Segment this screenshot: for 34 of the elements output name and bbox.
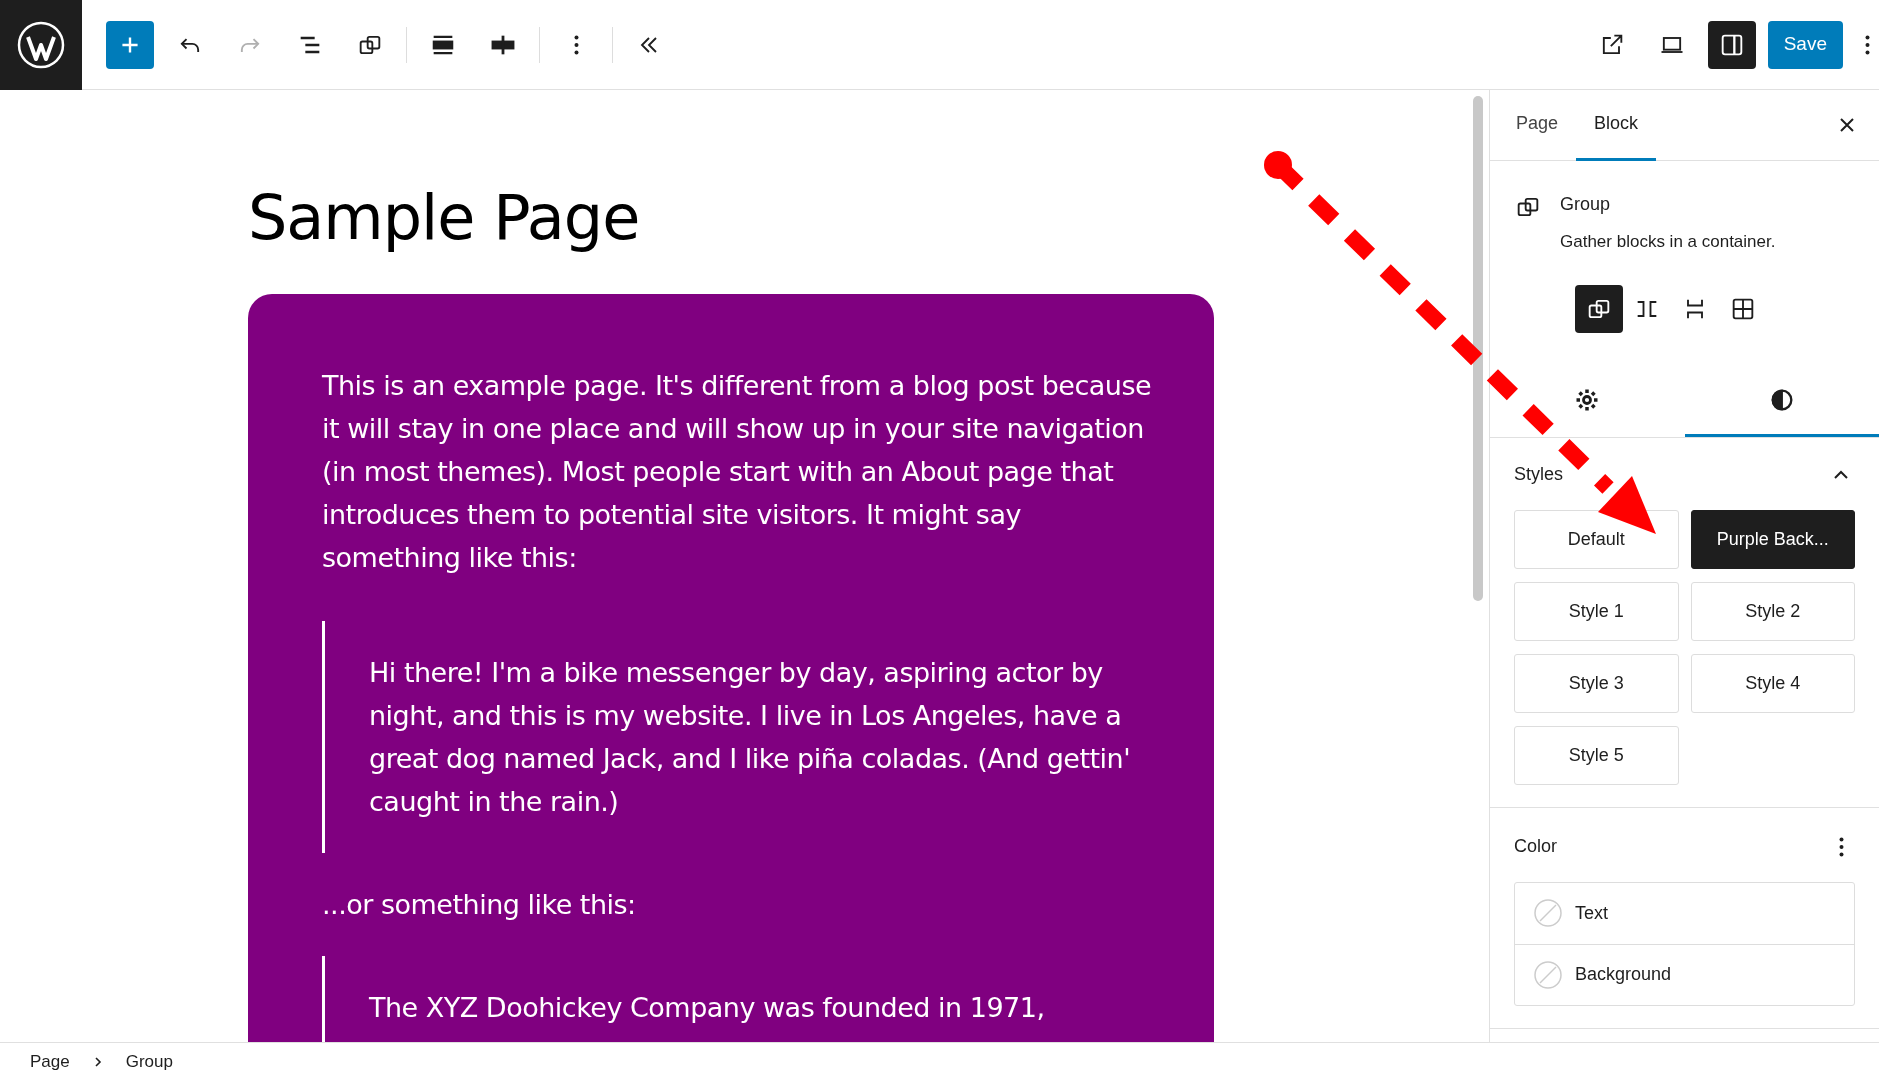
style-option[interactable]: Style 3 [1514, 653, 1679, 713]
style-option[interactable]: Style 4 [1690, 653, 1855, 713]
style-option[interactable]: Style 2 [1690, 581, 1855, 641]
settings-toggle-button[interactable] [1707, 20, 1756, 69]
more-vertical-icon [1864, 34, 1870, 55]
panel-title: Color [1514, 835, 1557, 858]
style-option[interactable]: Style 1 [1514, 581, 1679, 641]
site-logo-button[interactable] [0, 0, 82, 90]
style-option[interactable]: Style 5 [1514, 725, 1679, 785]
color-setting-item[interactable]: Background [1515, 943, 1854, 1005]
save-button[interactable]: Save [1767, 20, 1843, 69]
quote-text: Hi there! I'm a bike messenger by day, aspiring actor by night, and this is my website. I live in Los Angeles, have a great dog named Jack, and I like piña coladas. (And gettin' caught in the rain.) [369, 656, 1132, 819]
page-title: Sample Page [248, 182, 641, 254]
block-variation-button[interactable] [1575, 284, 1623, 333]
logo-icon [17, 20, 65, 69]
no-color-swatch-icon [1533, 898, 1563, 928]
style-option[interactable]: Purple Back... [1690, 509, 1855, 569]
breadcrumb-link[interactable]: Page [24, 1048, 76, 1075]
paragraph: ...or something like this: [322, 888, 637, 922]
more-vertical-icon [1838, 836, 1844, 857]
more-vertical-icon [573, 34, 579, 55]
color-setting-item[interactable]: Text [1515, 882, 1854, 944]
sidebar-tab[interactable]: Block [1576, 89, 1657, 161]
breadcrumb-link[interactable]: Group [119, 1048, 179, 1075]
paragraph: This is an example page. It's different from a blog post because it will stay in one place and will show up in your site navigation (in most themes). Most people start with an About page that introduces them to potential site visitors. It might say something like this: [322, 369, 1153, 575]
sidebar-tab[interactable]: Page [1498, 89, 1577, 161]
block-name: Group [1560, 193, 1612, 216]
scrollbar[interactable] [1473, 96, 1483, 601]
style-option[interactable]: Default [1514, 509, 1679, 569]
no-color-swatch-icon [1533, 959, 1563, 990]
panel-title: Styles [1514, 463, 1564, 486]
quote-text: The XYZ Doohickey Company was founded in 1971, [369, 991, 1046, 1025]
add-block-button[interactable] [106, 20, 154, 69]
block-description: Gather blocks in a container. [1560, 231, 1776, 253]
